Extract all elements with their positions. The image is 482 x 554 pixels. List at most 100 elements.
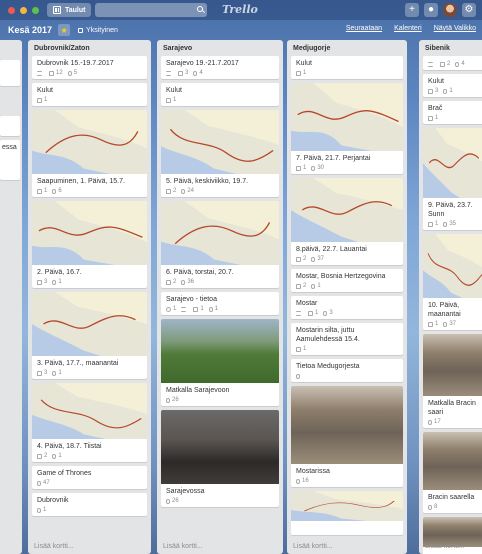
attachment-badge: 1 — [443, 88, 453, 94]
card-badges: 12 5 — [32, 70, 147, 79]
search-input[interactable] — [95, 3, 208, 17]
list-item[interactable]: 9. Päivä, 23.7. Sunn 1 35 — [423, 128, 482, 230]
list-item[interactable]: Sarajevossa 26 — [161, 410, 279, 507]
list-item[interactable]: Matkalla Sarajevoon 26 — [161, 319, 279, 406]
calendar-link[interactable]: Kalenteri — [394, 25, 422, 32]
list-item[interactable]: Kulut 1 — [161, 83, 279, 106]
list-title[interactable]: Sarajevo — [157, 40, 283, 56]
card-badges: 17 — [423, 419, 482, 428]
list-item[interactable]: Saapuminen, 1. Päivä, 15.7. 1 6 — [32, 110, 147, 197]
card-title: 10. Päivä, maanantai — [428, 302, 461, 318]
attachment-badge: 24 — [181, 188, 194, 194]
attachment-icon — [181, 279, 186, 285]
list-item[interactable] — [291, 491, 403, 535]
list-item[interactable]: Sarajevo - tietoa 1 1 1 — [161, 292, 279, 315]
map-cover-image — [32, 383, 147, 439]
list-item[interactable]: 2 4 — [423, 56, 482, 70]
label-icon — [166, 306, 171, 312]
minimize-window-button[interactable] — [20, 6, 27, 14]
list-item[interactable]: 4. Päivä, 18.7. Tiistai 2 1 — [32, 383, 147, 462]
map-cover-image — [423, 128, 482, 198]
comment-badge: 1 — [308, 310, 318, 316]
list-item[interactable]: 5. Päivä, keskiviikko, 19.7. 2 24 — [161, 110, 279, 197]
zoom-window-button[interactable] — [32, 6, 39, 14]
list-title[interactable]: Sibenik — [419, 40, 482, 56]
badge-count: 26 — [172, 498, 179, 504]
attachment-icon — [311, 165, 316, 171]
badge-count: 1 — [449, 88, 453, 94]
card-title: essa — [2, 144, 17, 151]
badge-count: 1 — [317, 283, 321, 289]
add-card-button[interactable]: Lisää kortti... — [425, 543, 465, 550]
list-item[interactable]: 2. Päivä, 16.7. 3 1 — [32, 201, 147, 288]
card-badges: 1 — [291, 70, 403, 79]
add-card-button[interactable]: Lisää kortti... — [34, 543, 74, 550]
boards-button[interactable]: Taulut — [47, 3, 92, 17]
list-item[interactable]: Sarajevo 19.-21.7.2017 3 4 — [161, 56, 279, 79]
add-card-button[interactable]: Lisää kortti... — [163, 543, 203, 550]
list-item[interactable]: 8.päivä, 22.7. Lauantai 2 37 — [291, 178, 403, 265]
list-item[interactable]: Brač 1 — [423, 101, 482, 124]
list-item[interactable]: Bracin saarella 8 — [423, 432, 482, 513]
badge-count: 3 — [185, 70, 189, 76]
card-title: 2. Päivä, 16.7. — [37, 269, 82, 276]
attachment-badge: 1 — [52, 370, 62, 376]
list-item[interactable]: 7. Päivä, 21.7. Perjantai 1 30 — [291, 83, 403, 174]
badge-count: 1 — [435, 321, 439, 327]
list-item[interactable]: 10. Päivä, maanantai 1 37 — [423, 234, 482, 330]
list-dubrovnik: Dubrovnik/Zaton Dubrovnik 15.-19.7.2017 1… — [28, 40, 151, 554]
attachment-badge: 4 — [455, 61, 465, 67]
avatar[interactable] — [443, 3, 457, 17]
badge-count: 1 — [173, 306, 177, 312]
comment-icon — [428, 88, 433, 94]
board-title[interactable]: Kesä 2017 — [8, 25, 52, 35]
close-window-button[interactable] — [8, 6, 15, 14]
list-item[interactable]: 3. Päivä, 17.7., maanantai 3 1 — [32, 292, 147, 379]
comment-badge: 1 — [37, 97, 47, 103]
comment-badge: 1 — [428, 115, 438, 121]
list-title[interactable]: Medjugorje — [287, 40, 407, 56]
card-badges: 1 37 — [423, 321, 482, 330]
star-icon[interactable]: ★ — [58, 24, 71, 36]
visibility-button[interactable]: Yksityinen — [78, 27, 118, 34]
list-item[interactable]: Kulut 3 1 — [423, 74, 482, 97]
list-item[interactable]: essa — [0, 140, 20, 180]
attachment-badge: 37 — [311, 256, 324, 262]
list-item[interactable] — [0, 60, 20, 86]
card-title: 3. Päivä, 17.7., maanantai — [37, 360, 119, 367]
list-item[interactable]: Mostarin silta, juttu Aamulehdessä 15.4.… — [291, 323, 403, 355]
comment-icon — [37, 188, 42, 194]
attachment-icon — [52, 188, 57, 194]
attachment-icon — [52, 370, 57, 376]
comment-icon — [428, 115, 433, 121]
list-item[interactable]: Tietoa Medugorjesta — [291, 359, 403, 382]
gear-icon[interactable]: ⚙ — [462, 3, 476, 17]
list-title[interactable]: Dubrovnik/Zaton — [28, 40, 151, 56]
comment-icon — [37, 279, 42, 285]
card-title: Mostar — [296, 300, 318, 307]
list-item[interactable]: Mostarissa 16 — [291, 386, 403, 487]
card-title: Kulut — [166, 87, 182, 94]
attachment-icon — [311, 256, 316, 262]
list-item[interactable]: Dubrovnik 15.-19.7.2017 12 5 — [32, 56, 147, 79]
list-item[interactable] — [0, 116, 20, 136]
card-title: Saapuminen, 1. Päivä, 15.7. — [37, 178, 125, 185]
list-sarajevo: Sarajevo Sarajevo 19.-21.7.2017 3 4 Kulut… — [157, 40, 283, 554]
list-item[interactable]: Mostar, Bosnia Hertzegovina 2 1 — [291, 269, 403, 292]
show-menu-link[interactable]: Näytä Valikko — [434, 25, 476, 32]
plus-icon[interactable]: + — [405, 3, 419, 17]
follow-link[interactable]: Seuraataan — [346, 25, 382, 32]
list-item[interactable]: Game of Thrones 47 — [32, 466, 147, 489]
add-card-button[interactable]: Lisää kortti... — [293, 543, 333, 550]
list-item[interactable]: Dubrovnik 1 — [32, 493, 147, 516]
map-cover-image — [291, 83, 403, 151]
trello-logo[interactable]: Trello — [222, 3, 258, 16]
bell-icon[interactable]: ● — [424, 3, 438, 17]
list-item[interactable]: Mostar 1 3 — [291, 296, 403, 319]
list-item[interactable]: 6. Päivä, torstai, 20.7. 2 36 — [161, 201, 279, 288]
list-item[interactable]: Matkalla Bracin saari 17 — [423, 334, 482, 428]
list-item[interactable]: Kulut 1 — [291, 56, 403, 79]
lines-badge — [181, 306, 188, 312]
list-item[interactable]: Kulut 1 — [32, 83, 147, 106]
badge-count: 2 — [44, 453, 48, 459]
